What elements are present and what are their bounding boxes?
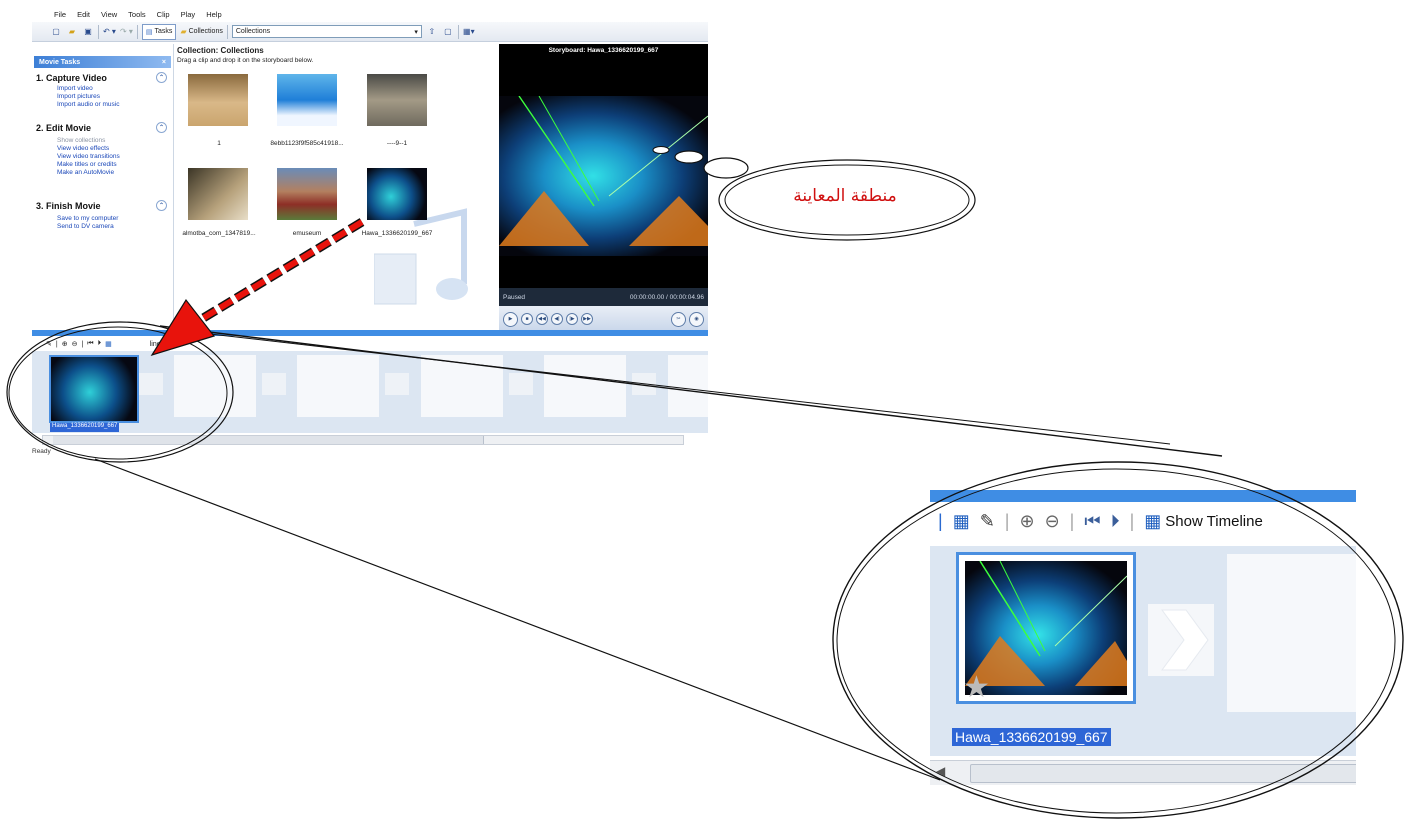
highlight-ellipse-small-inner (8, 326, 228, 460)
zoom-connector-top (159, 325, 1223, 457)
zoom-connector-top-inner (174, 329, 1171, 445)
zoom-connector-bottom (94, 458, 941, 781)
annotation-overlay (6, 145, 1404, 819)
highlight-ellipse-large-inner (836, 468, 1396, 814)
red-arrow (150, 218, 365, 357)
highlight-ellipse-large (832, 461, 1404, 819)
highlight-ellipse-small (6, 321, 234, 463)
callout-text: منطقة المعاينة (793, 186, 897, 206)
